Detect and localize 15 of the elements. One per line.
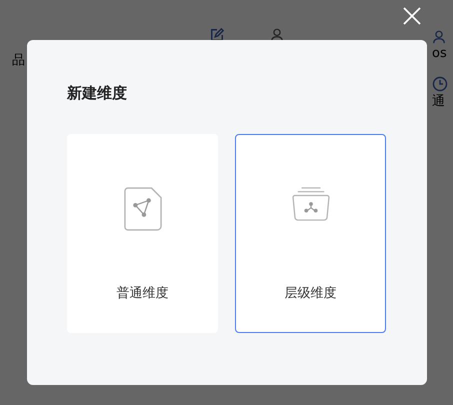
- background-text: os: [432, 45, 447, 63]
- option-label: 层级维度: [284, 285, 336, 302]
- option-card[interactable]: 层级维度: [235, 134, 386, 333]
- background-text: 通: [432, 93, 445, 111]
- user-icon: [270, 28, 284, 42]
- document-graph-icon: [124, 187, 162, 231]
- background-text: 品: [12, 52, 25, 70]
- edit-icon: [210, 28, 224, 42]
- user-icon: [432, 30, 446, 44]
- close-icon[interactable]: [403, 7, 421, 25]
- clock-icon: [432, 76, 448, 92]
- dialog-title: 新建维度: [67, 83, 128, 104]
- option-label: 普通维度: [116, 284, 168, 302]
- option-card[interactable]: 普通维度: [67, 134, 218, 333]
- folder-stack-icon: [292, 187, 330, 221]
